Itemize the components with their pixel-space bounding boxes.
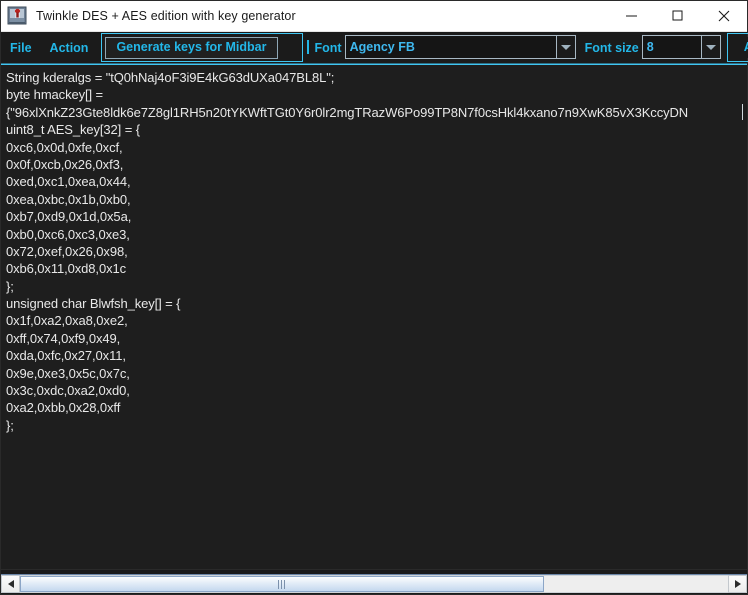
code-line: 0xb0,0xc6,0xc3,0xe3, [6, 226, 130, 242]
toolbar-separator [306, 40, 309, 54]
code-line: {"96xlXnkZ23Gte8ldk6e7Z8gl1RH5n20tYKWftT… [6, 104, 689, 120]
font-family-combobox[interactable]: Agency FB [344, 35, 576, 59]
scroll-right-glyph [734, 580, 741, 588]
code-line: 0x1f,0xa2,0xa8,0xe2, [6, 313, 128, 329]
application-window: Twinkle DES + AES edition with key gener… [0, 0, 748, 595]
code-line: byte hmackey[] = [6, 87, 104, 103]
chevron-down-glyph [560, 44, 571, 50]
grip-icon [278, 579, 286, 589]
apply-group: Apply [726, 33, 748, 62]
code-line: 0xa2,0xbb,0x28,0xff [6, 400, 121, 416]
scroll-left-icon[interactable] [1, 575, 20, 593]
font-label: Font [314, 40, 342, 55]
code-editor[interactable]: String kderalgs = "tQ0hNaj4oF3i9E4kG63dU… [1, 64, 747, 569]
code-line: 0xea,0xbc,0x1b,0xb0, [6, 191, 131, 207]
code-line: }; [6, 278, 14, 294]
close-icon[interactable] [701, 1, 747, 32]
apply-button[interactable]: Apply [729, 37, 748, 58]
text-caret [742, 104, 743, 120]
code-line: 0x72,0xef,0x26,0x98, [6, 243, 128, 259]
font-size-input[interactable]: 8 [641, 35, 702, 59]
generate-keys-group: Generate keys for Midbar [101, 33, 303, 62]
chevron-down-icon[interactable] [701, 35, 721, 59]
scroll-right-icon[interactable] [728, 575, 747, 593]
code-line: uint8_t AES_key[32] = { [6, 122, 140, 138]
title-bar: Twinkle DES + AES edition with key gener… [1, 1, 747, 32]
scrollbar-track[interactable] [20, 575, 728, 593]
code-line: 0xc6,0x0d,0xfe,0xcf, [6, 139, 123, 155]
code-line: 0xff,0x74,0xf9,0x49, [6, 330, 121, 346]
window-title: Twinkle DES + AES edition with key gener… [36, 9, 296, 23]
code-line: 0xed,0xc1,0xea,0x44, [6, 174, 131, 190]
code-line: 0x9e,0xe3,0x5c,0x7c, [6, 365, 130, 381]
menu-item-file[interactable]: File [1, 32, 41, 63]
horizontal-scrollbar-zone [1, 569, 747, 594]
code-line: 0x3c,0xdc,0xa2,0xd0, [6, 383, 130, 399]
code-line: }; [6, 417, 14, 433]
window-controls [609, 1, 747, 32]
maximize-icon[interactable] [655, 1, 701, 32]
code-line: 0xda,0xfc,0x27,0x11, [6, 348, 126, 364]
code-line: 0xb7,0xd9,0x1d,0x5a, [6, 209, 132, 225]
scrollbar-thumb[interactable] [20, 576, 544, 592]
code-line: 0x0f,0xcb,0x26,0xf3, [6, 156, 124, 172]
generate-keys-button[interactable]: Generate keys for Midbar [105, 36, 278, 59]
font-size-combobox[interactable]: 8 [641, 35, 721, 59]
font-family-input[interactable]: Agency FB [344, 35, 557, 59]
app-icon [7, 5, 29, 27]
toolbar: File Action Generate keys for Midbar Fon… [1, 32, 748, 64]
chevron-down-glyph [705, 44, 716, 50]
scroll-left-glyph [7, 580, 14, 588]
code-line: String kderalgs = "tQ0hNaj4oF3i9E4kG63dU… [6, 70, 335, 85]
horizontal-scrollbar[interactable] [1, 574, 747, 593]
chevron-down-icon[interactable] [556, 35, 576, 59]
minimize-icon[interactable] [609, 1, 655, 32]
code-editor-content[interactable]: String kderalgs = "tQ0hNaj4oF3i9E4kG63dU… [1, 65, 747, 569]
code-line: unsigned char Blwfsh_key[] = { [6, 296, 181, 312]
font-size-label: Font size [584, 40, 639, 55]
menu-item-action[interactable]: Action [41, 32, 98, 63]
code-line: 0xb6,0x11,0xd8,0x1c [6, 261, 127, 277]
